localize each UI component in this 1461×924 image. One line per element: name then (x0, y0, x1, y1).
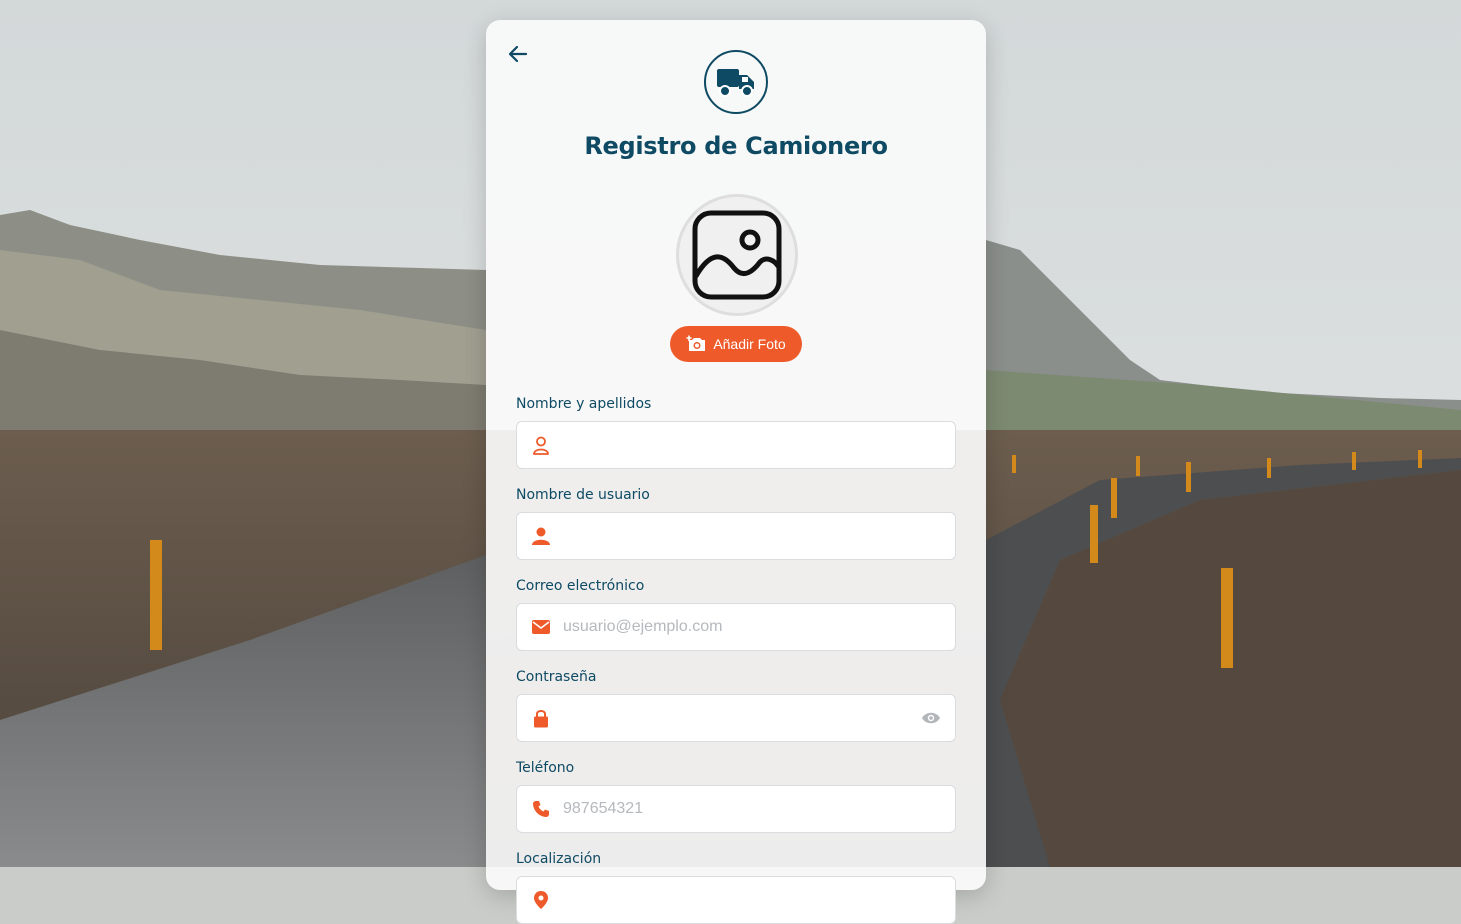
location-field[interactable] (516, 876, 956, 924)
location-input[interactable] (561, 879, 955, 921)
image-placeholder-icon (692, 210, 782, 300)
full-name-label: Nombre y apellidos (516, 396, 652, 412)
arrow-left-icon (508, 45, 528, 63)
user-outline-icon (531, 435, 551, 455)
full-name-field[interactable] (516, 421, 956, 469)
truck-logo (704, 50, 768, 114)
mail-icon (531, 617, 551, 637)
back-button[interactable] (506, 42, 530, 66)
username-label: Nombre de usuario (516, 487, 650, 503)
phone-field[interactable] (516, 785, 956, 833)
page-title: Registro de Camionero (584, 132, 888, 160)
camera-plus-icon (686, 335, 706, 351)
lock-icon (531, 708, 551, 728)
registration-card: Registro de Camionero Añadir Foto Nombre… (486, 20, 986, 924)
add-photo-label: Añadir Foto (713, 336, 786, 352)
username-input[interactable] (561, 515, 955, 557)
truck-icon (717, 69, 754, 97)
username-field[interactable] (516, 512, 956, 560)
phone-icon (531, 799, 551, 819)
toggle-password-visibility-icon[interactable] (921, 708, 941, 728)
profile-photo-placeholder[interactable] (676, 194, 798, 316)
password-input[interactable] (561, 697, 921, 739)
email-label: Correo electrónico (516, 578, 645, 594)
location-icon (531, 890, 551, 910)
user-filled-icon (531, 526, 551, 546)
email-field[interactable] (516, 603, 956, 651)
phone-input[interactable] (561, 788, 955, 830)
password-label: Contraseña (516, 669, 597, 685)
phone-label: Teléfono (516, 760, 575, 776)
location-label: Localización (516, 851, 602, 867)
password-field[interactable] (516, 694, 956, 742)
email-input[interactable] (561, 606, 955, 648)
add-photo-button[interactable]: Añadir Foto (670, 326, 802, 362)
full-name-input[interactable] (561, 424, 955, 466)
